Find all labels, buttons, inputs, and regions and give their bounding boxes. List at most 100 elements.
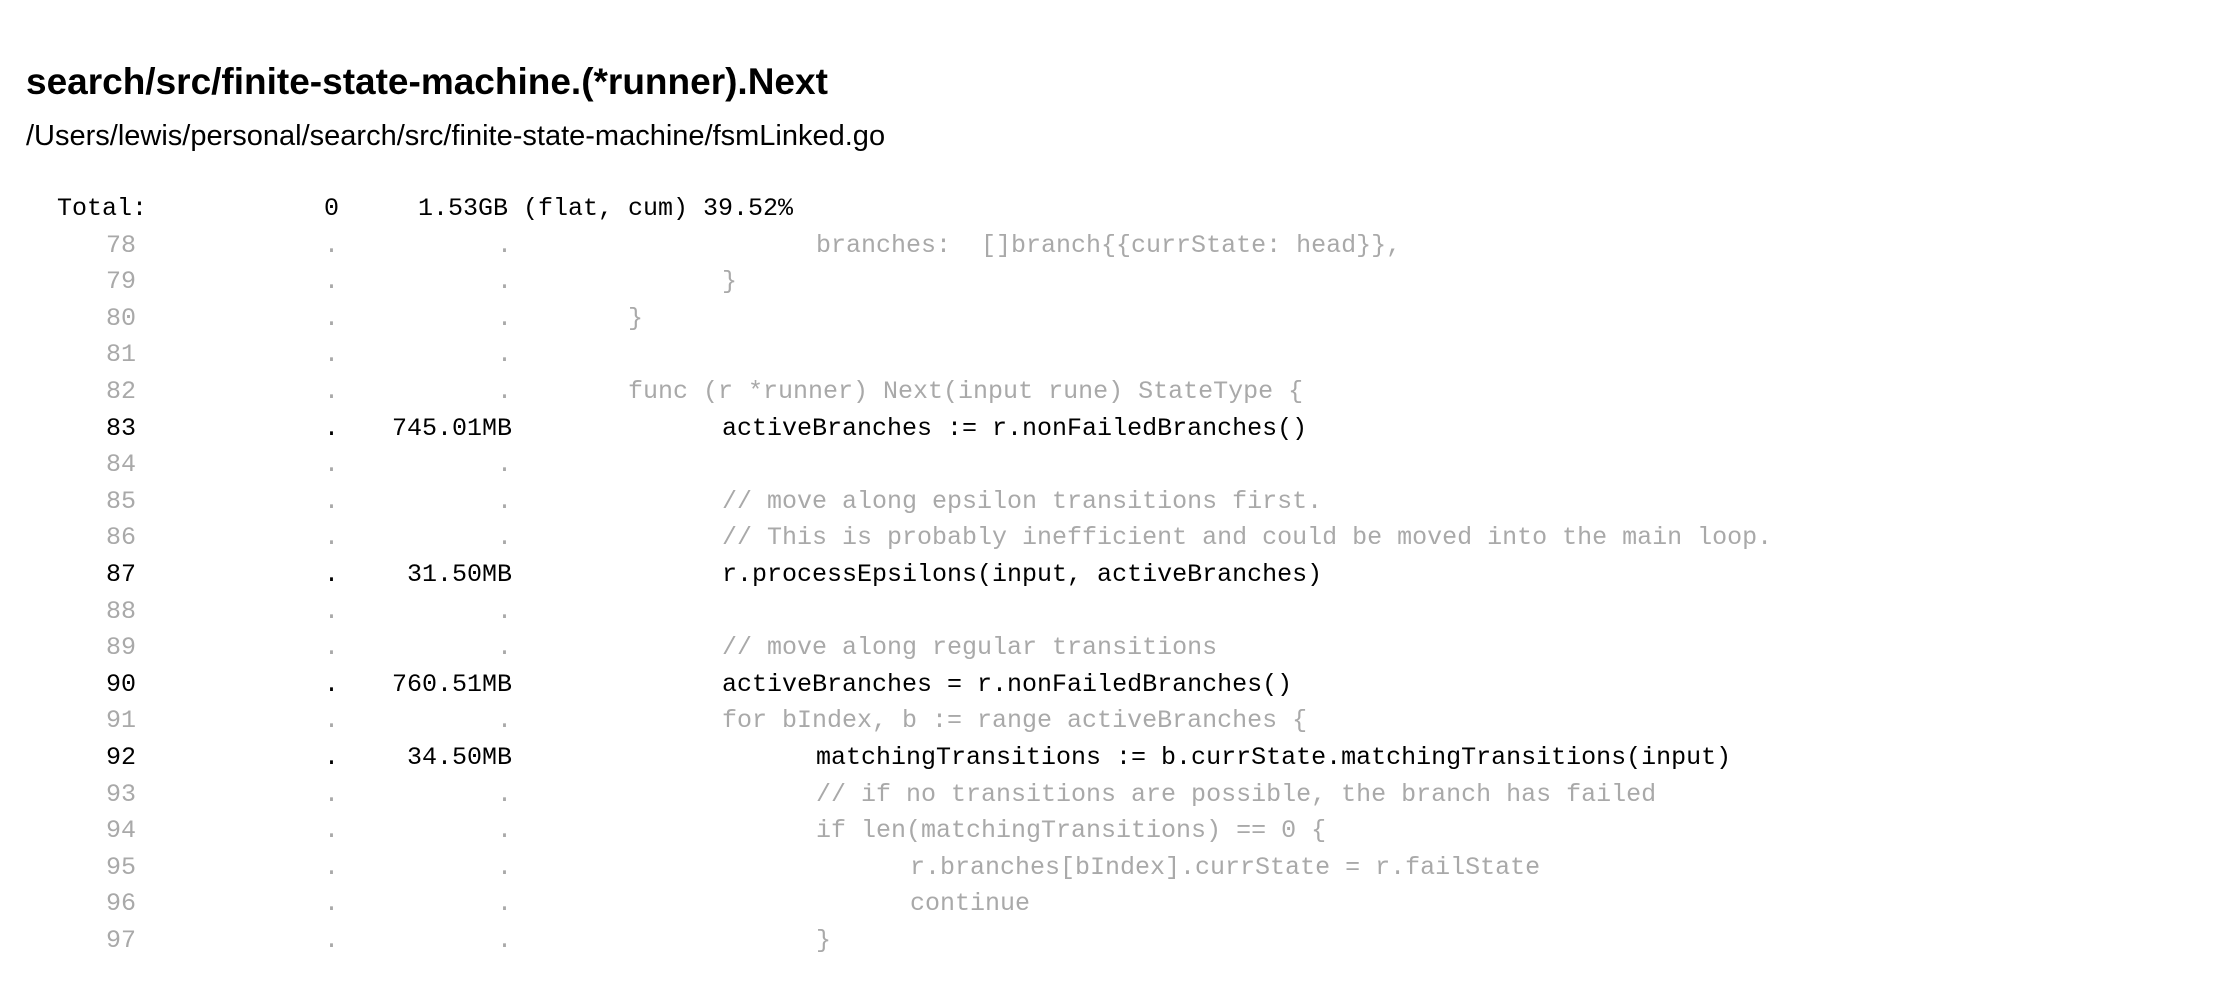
flat-value: . xyxy=(323,633,339,663)
source-code: continue xyxy=(534,889,1031,919)
code-line: 90. 760.51MB activeBranches = r.nonFailed… xyxy=(0,667,2232,704)
cum-value: . xyxy=(496,816,512,846)
line-number: 89 xyxy=(105,633,136,663)
line-number: 97 xyxy=(105,925,136,955)
flat-value: . xyxy=(323,523,339,553)
line-number: 87 xyxy=(105,559,136,589)
line-number: 91 xyxy=(105,706,136,736)
code-line: 95.. r.branches[bIndex].currState = r.fa… xyxy=(0,850,2232,887)
line-number: 88 xyxy=(105,596,136,626)
cum-value: . xyxy=(496,852,512,882)
code-line: 86.. // This is probably inefficient and… xyxy=(0,520,2232,557)
code-line: 94.. if len(matchingTransitions) == 0 { xyxy=(0,813,2232,850)
cum-value: . xyxy=(496,523,512,553)
line-number: 85 xyxy=(105,486,136,516)
cum-value: . xyxy=(496,230,512,260)
line-number: 96 xyxy=(105,889,136,919)
line-number: 90 xyxy=(105,669,136,699)
line-number: 79 xyxy=(105,267,136,297)
source-code: branches: []branch{{currState: head}}, xyxy=(534,230,1402,260)
source-code: // move along epsilon transitions first. xyxy=(534,486,1323,516)
cum-value: . xyxy=(496,376,512,406)
flat-value: . xyxy=(323,779,339,809)
code-line: 81.. xyxy=(0,337,2232,374)
code-line: 89.. // move along regular transitions xyxy=(0,630,2232,667)
line-number: 94 xyxy=(105,816,136,846)
source-code: if len(matchingTransitions) == 0 { xyxy=(534,816,1327,846)
code-line: 88.. xyxy=(0,594,2232,631)
line-number: 84 xyxy=(105,450,136,480)
source-code: r.branches[bIndex].currState = r.failSta… xyxy=(534,852,1541,882)
line-number: 82 xyxy=(105,376,136,406)
source-code: // This is probably inefficient and coul… xyxy=(534,523,1773,553)
function-title: search/src/finite-state-machine.(*runner… xyxy=(26,61,828,102)
flat-value: . xyxy=(323,376,339,406)
line-number: 78 xyxy=(105,230,136,260)
code-line: 84.. xyxy=(0,447,2232,484)
line-number: 86 xyxy=(105,523,136,553)
source-code: matchingTransitions := b.currState.match… xyxy=(534,742,1732,772)
cum-value: . xyxy=(496,706,512,736)
source-code: // move along regular transitions xyxy=(534,633,1218,663)
cum-value: . xyxy=(496,486,512,516)
flat-value: . xyxy=(323,925,339,955)
cum-value: . xyxy=(496,596,512,626)
line-number: 83 xyxy=(105,413,136,443)
source-file-path: /Users/lewis/personal/search/src/finite-… xyxy=(26,120,886,152)
flat-value: . xyxy=(323,450,339,480)
code-line: 79.. } xyxy=(0,264,2232,301)
cum-value: . xyxy=(496,779,512,809)
flat-value: . xyxy=(323,706,339,736)
source-code: for bIndex, b := range activeBranches { xyxy=(534,706,1308,736)
code-line: 83. 745.01MB activeBranches := r.nonFaile… xyxy=(0,411,2232,448)
flat-value: . xyxy=(323,889,339,919)
cum-value: 760.51MB xyxy=(391,669,512,699)
source-listing: Total: 0 1.53GB (flat, cum) 39.52% 78.. … xyxy=(0,191,2232,959)
flat-value: . xyxy=(323,230,339,260)
code-line: 80.. } xyxy=(0,301,2232,338)
source-code: } xyxy=(534,925,832,955)
cum-value: 34.50MB xyxy=(406,742,512,772)
flat-value: . xyxy=(323,852,339,882)
line-number: 95 xyxy=(105,852,136,882)
source-code: r.processEpsilons(input, activeBranches) xyxy=(534,559,1323,589)
cum-value: 31.50MB xyxy=(406,559,512,589)
cum-value: . xyxy=(496,267,512,297)
cum-value: . xyxy=(496,303,512,333)
cum-value: 745.01MB xyxy=(391,413,512,443)
flat-value: . xyxy=(323,413,339,443)
flat-value: . xyxy=(323,742,339,772)
source-code: } xyxy=(534,267,738,297)
total-label: Total: xyxy=(57,194,148,223)
source-code: activeBranches = r.nonFailedBranches() xyxy=(534,669,1293,699)
cum-value: . xyxy=(496,340,512,370)
code-line: 78.. branches: []branch{{currState: head… xyxy=(0,228,2232,265)
source-code: func (r *runner) Next(input rune) StateT… xyxy=(534,376,1304,406)
code-line: 85.. // move along epsilon transitions f… xyxy=(0,484,2232,521)
line-number: 80 xyxy=(105,303,136,333)
flat-value: . xyxy=(323,486,339,516)
total-flat-value: 0 xyxy=(323,194,339,223)
source-code: // if no transitions are possible, the b… xyxy=(534,779,1657,809)
flat-value: . xyxy=(323,596,339,626)
cum-value: . xyxy=(496,633,512,663)
code-line: 92. 34.50MB matchingTransitions := b.curr… xyxy=(0,740,2232,777)
flat-value: . xyxy=(323,340,339,370)
flat-value: . xyxy=(323,267,339,297)
flat-value: . xyxy=(323,669,339,699)
line-number: 81 xyxy=(105,340,136,370)
total-cum-summary: 1.53GB (flat, cum) 39.52% xyxy=(418,194,794,223)
flat-value: . xyxy=(323,816,339,846)
line-number: 93 xyxy=(105,779,136,809)
cum-value: . xyxy=(496,889,512,919)
code-lines: 78.. branches: []branch{{currState: head… xyxy=(0,228,2232,960)
code-line: 93.. // if no transitions are possible, … xyxy=(0,777,2232,814)
source-code: activeBranches := r.nonFailedBranches() xyxy=(534,413,1308,443)
source-code: } xyxy=(534,303,644,333)
line-number: 92 xyxy=(105,742,136,772)
flat-value: . xyxy=(323,303,339,333)
code-line: 97.. } xyxy=(0,923,2232,960)
code-line: 82.. func (r *runner) Next(input rune) S… xyxy=(0,374,2232,411)
code-line: 91.. for bIndex, b := range activeBranch… xyxy=(0,703,2232,740)
flat-value: . xyxy=(323,559,339,589)
